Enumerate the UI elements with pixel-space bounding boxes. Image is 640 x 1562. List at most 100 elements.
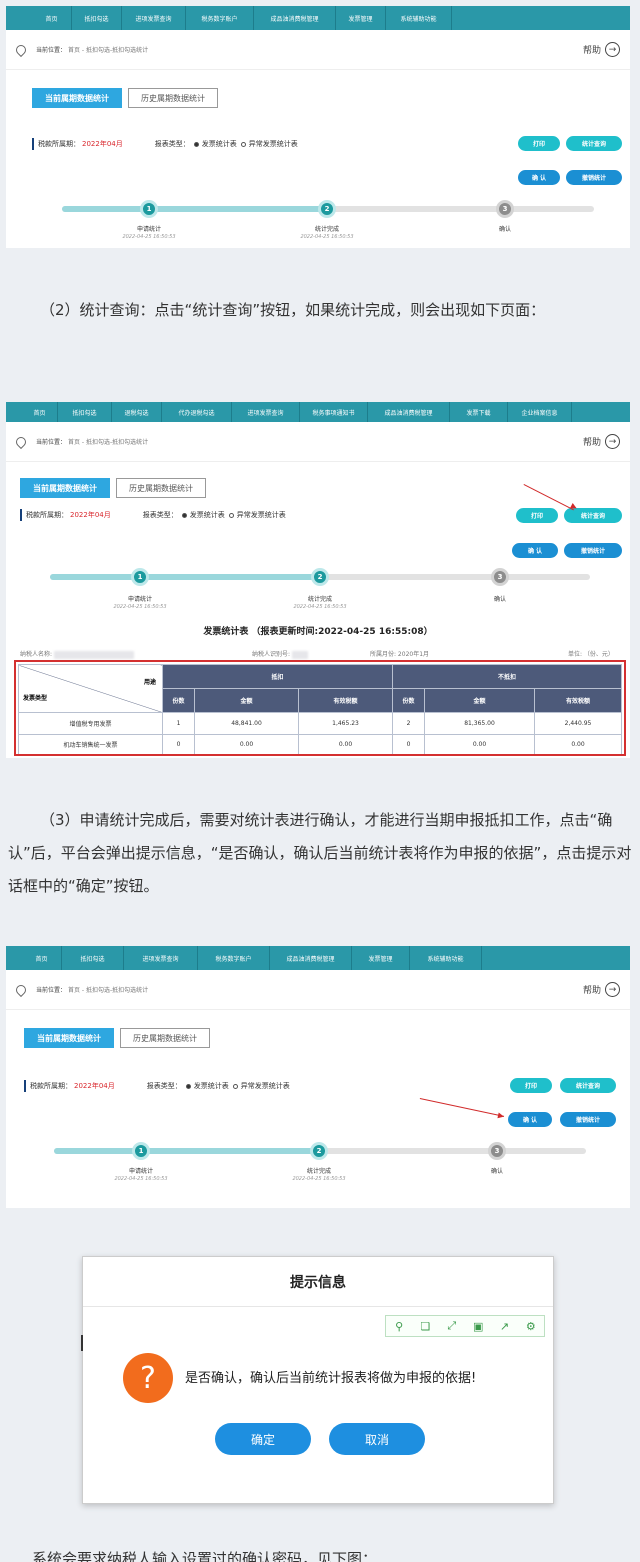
taxpayer-id-label: 纳税人识别号: <box>252 651 291 658</box>
nav-item[interactable]: 抵扣勾选 <box>58 402 112 422</box>
nav-item[interactable]: 企业档案信息 <box>508 402 572 422</box>
help-link[interactable]: 帮助 → <box>583 434 620 449</box>
help-link[interactable]: 帮助 → <box>583 42 620 57</box>
nav-item[interactable]: 发票管理 <box>336 6 386 30</box>
breadcrumb-label: 当前位置： <box>36 987 67 994</box>
breadcrumb-label: 当前位置： <box>36 47 67 54</box>
radio-abnormal-stat[interactable] <box>240 141 246 147</box>
nav-item[interactable]: 成品油消费税管理 <box>368 402 450 422</box>
top-nav: 首页 抵扣勾选 进项发票查询 税务数字账户 成品油消费税管理 发票管理 系统辅助… <box>6 6 630 30</box>
nav-item[interactable]: 发票管理 <box>352 946 410 970</box>
step-1-label: 申请统计 <box>136 226 161 233</box>
stat-query-button[interactable]: 统计查询 <box>566 136 622 151</box>
nav-item[interactable]: 代办退税勾选 <box>162 402 232 422</box>
nav-item[interactable]: 首页 <box>22 402 58 422</box>
nav-item[interactable]: 抵扣勾选 <box>62 946 124 970</box>
help-label: 帮助 <box>582 46 601 56</box>
nav-item[interactable]: 税务事项通知书 <box>300 402 368 422</box>
filter-row: 税款所属期： 2022年04月 报表类型： 发票统计表 异常发票统计表 <box>32 138 298 150</box>
nav-item[interactable]: 进项发票查询 <box>124 946 198 970</box>
report-type-label: 报表类型： <box>142 511 178 519</box>
screenshot-2: 首页 抵扣勾选 退税勾选 代办退税勾选 进项发票查询 税务事项通知书 成品油消费… <box>6 402 630 758</box>
paragraph-3: （3）申请统计完成后，需要对统计表进行确认，才能进行当期申报抵扣工作，点击“确认… <box>8 811 632 895</box>
radio-abnormal-stat[interactable] <box>228 512 234 518</box>
help-link[interactable]: 帮助 → <box>583 982 620 997</box>
revoke-stat-button[interactable]: 撤销统计 <box>564 543 622 558</box>
tab-current-period[interactable]: 当前属期数据统计 <box>32 88 122 108</box>
annotation-arrow-head <box>497 1112 505 1120</box>
revoke-stat-button[interactable]: 撤销统计 <box>560 1112 616 1127</box>
print-button[interactable]: 打印 <box>510 1078 552 1093</box>
zoom-icon[interactable]: ⚲ <box>392 1319 406 1333</box>
nav-item[interactable]: 税务数字账户 <box>186 6 254 30</box>
section-marker <box>20 509 22 521</box>
revoke-stat-button[interactable]: 撤销统计 <box>566 170 622 185</box>
nav-item[interactable]: 发票下载 <box>450 402 508 422</box>
settings-icon[interactable]: ⚙ <box>524 1319 538 1333</box>
step-3-node: 3 <box>496 200 514 218</box>
tab-history-period[interactable]: 历史属期数据统计 <box>116 478 206 498</box>
nav-item[interactable]: 进项发票查询 <box>232 402 300 422</box>
arrow-right-icon: → <box>605 42 620 57</box>
tab-history-period[interactable]: 历史属期数据统计 <box>128 88 218 108</box>
nav-item[interactable]: 进项发票查询 <box>122 6 186 30</box>
breadcrumb-label: 当前位置： <box>36 439 67 446</box>
expand-icon[interactable]: ⤢ <box>445 1319 459 1333</box>
radio-invoice-stat[interactable] <box>193 141 199 147</box>
period-tabs: 当前属期数据统计 历史属期数据统计 <box>24 1028 210 1048</box>
nav-filler <box>482 946 630 970</box>
step-1-time: 2022-04-25 16:50:53 <box>122 234 176 240</box>
nav-item[interactable]: 税务数字账户 <box>198 946 270 970</box>
share-icon[interactable]: ↗ <box>497 1319 511 1333</box>
nav-item[interactable]: 抵扣勾选 <box>72 6 122 30</box>
stat-table-title: 发票统计表 （报表更新时间:2022-04-25 16:55:08） <box>203 627 433 637</box>
section-marker <box>24 1080 26 1092</box>
copy-icon[interactable]: ❏ <box>418 1319 432 1333</box>
progress-fill <box>54 1148 320 1154</box>
print-button[interactable]: 打印 <box>516 508 558 523</box>
breadcrumb-path: 首页 - 抵扣勾选-抵扣勾选统计 <box>68 47 149 54</box>
step-2-label: 统计完成 <box>314 226 339 233</box>
tab-current-period[interactable]: 当前属期数据统计 <box>24 1028 114 1048</box>
redacted-name <box>54 650 135 659</box>
print-button[interactable]: 打印 <box>518 136 560 151</box>
annotation-arrow <box>523 484 574 511</box>
nav-item[interactable]: 系统辅助功能 <box>386 6 452 30</box>
step-3-node: 3 <box>488 1142 506 1160</box>
step-2-label: 统计完成 <box>307 596 332 603</box>
nav-item[interactable]: 成品油消费税管理 <box>254 6 336 30</box>
period-tabs: 当前属期数据统计 历史属期数据统计 <box>20 478 206 498</box>
location-icon <box>13 42 29 57</box>
breadcrumb-path: 首页 - 抵扣勾选-抵扣勾选统计 <box>68 439 149 446</box>
breadcrumb: 当前位置： 首页 - 抵扣勾选-抵扣勾选统计 帮助 → <box>6 422 630 462</box>
step-2-node: 2 <box>310 1142 328 1160</box>
confirm-button[interactable]: 确 认 <box>508 1112 552 1127</box>
step-1-label: 申请统计 <box>128 1168 153 1175</box>
step-2-time: 2022-04-25 16:50:53 <box>292 1176 346 1182</box>
tab-history-period[interactable]: 历史属期数据统计 <box>120 1028 210 1048</box>
nav-item[interactable]: 系统辅助功能 <box>410 946 482 970</box>
period-label: 税款所属期： <box>26 511 68 519</box>
nav-item[interactable]: 首页 <box>22 946 62 970</box>
confirm-button[interactable]: 确 认 <box>518 170 560 185</box>
nav-item[interactable]: 首页 <box>32 6 72 30</box>
tab-current-period[interactable]: 当前属期数据统计 <box>20 478 110 498</box>
cancel-button[interactable]: 取消 <box>329 1423 425 1455</box>
stat-query-button[interactable]: 统计查询 <box>560 1078 616 1093</box>
nav-item[interactable]: 退税勾选 <box>112 402 162 422</box>
save-icon[interactable]: ▣ <box>471 1319 485 1333</box>
radio-abnormal-stat-label: 异常发票统计表 <box>240 1082 290 1090</box>
nav-item[interactable]: 成品油消费税管理 <box>270 946 352 970</box>
radio-invoice-stat[interactable] <box>181 512 187 518</box>
step-1-label: 申请统计 <box>127 596 152 603</box>
radio-abnormal-stat[interactable] <box>232 1083 238 1089</box>
ok-button[interactable]: 确定 <box>215 1423 311 1455</box>
period-label: 税款所属期： <box>30 1082 72 1090</box>
report-type-label: 报表类型： <box>146 1082 182 1090</box>
filter-row: 税款所属期： 2022年04月 报表类型： 发票统计表 异常发票统计表 <box>20 509 286 521</box>
month-meta: 所属月份: 2020年1月 <box>370 651 430 658</box>
confirm-button[interactable]: 确 认 <box>512 543 558 558</box>
top-nav: 首页 抵扣勾选 进项发票查询 税务数字账户 成品油消费税管理 发票管理 系统辅助… <box>6 946 630 970</box>
radio-invoice-stat[interactable] <box>185 1083 191 1089</box>
breadcrumb: 当前位置： 首页 - 抵扣勾选-抵扣勾选统计 帮助 → <box>6 30 630 70</box>
